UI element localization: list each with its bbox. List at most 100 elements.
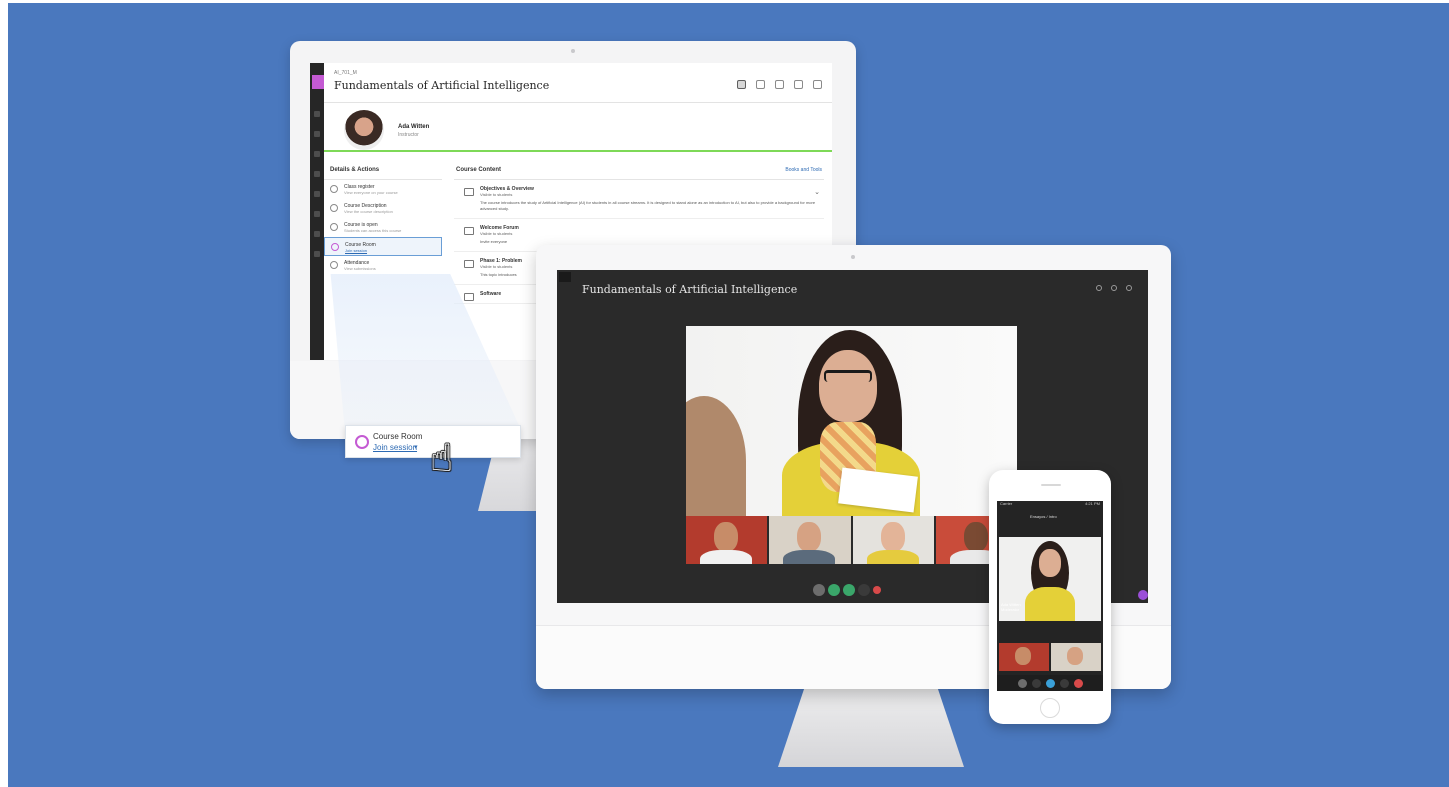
course-description-item[interactable]: Course Description View the course descr… (324, 199, 442, 218)
participant-body (700, 550, 752, 564)
lms-nav-rail (310, 63, 324, 360)
participant-video[interactable] (999, 643, 1049, 671)
item-sub: View submissions (344, 266, 376, 271)
raise-hand-icon[interactable] (858, 584, 870, 596)
nav-icon[interactable] (314, 151, 320, 157)
item-title: Attendance (344, 260, 370, 266)
callout-title: Course Room (373, 432, 423, 441)
caret-down-icon[interactable]: ▾ (414, 443, 418, 451)
content-item[interactable]: Objectives & Overview Visible to student… (454, 180, 824, 219)
participant-video[interactable] (1051, 643, 1101, 671)
course-tabs (737, 80, 822, 89)
tab-grades-icon[interactable] (794, 80, 803, 89)
session-controls (813, 584, 881, 596)
chevron-down-icon[interactable]: ⌄ (814, 188, 820, 196)
class-register-item[interactable]: Class register View everyone on your cou… (324, 180, 442, 199)
front-monitor-stand (778, 689, 964, 767)
menu-icon[interactable] (559, 272, 571, 282)
forum-icon (464, 227, 474, 235)
leave-session-icon[interactable] (873, 586, 881, 594)
tab-content-icon[interactable] (737, 80, 746, 89)
microphone-icon[interactable] (1031, 678, 1041, 688)
participant-video[interactable] (852, 516, 934, 564)
visibility-label: Visible to students (480, 231, 513, 236)
item-sub: Students can access this course (344, 228, 402, 233)
tab-calendar-icon[interactable] (756, 80, 765, 89)
course-header: AI_701_M Fundamentals of Artificial Inte… (324, 63, 832, 103)
marketing-stage: AI_701_M Fundamentals of Artificial Inte… (8, 3, 1449, 787)
participant-body (783, 550, 836, 564)
raise-hand-icon[interactable] (1059, 678, 1069, 688)
mobile-controls (997, 675, 1103, 691)
course-code: AI_701_M (334, 70, 357, 76)
settings-icon[interactable] (1126, 285, 1132, 291)
globe-icon (330, 223, 338, 231)
details-heading: Details & Actions (324, 161, 442, 180)
nav-icon[interactable] (314, 231, 320, 237)
collaborate-panel-icon[interactable] (1138, 590, 1148, 600)
join-session-link[interactable]: Join session (345, 248, 441, 253)
nav-icon[interactable] (314, 191, 320, 197)
webcam (571, 49, 575, 53)
nav-icon[interactable] (314, 211, 320, 217)
item-title: Course is open (344, 222, 378, 228)
item-sub: View everyone on your course (344, 190, 398, 195)
course-room-icon (355, 435, 369, 449)
participant-face (880, 522, 905, 552)
speaker-role: Moderator (1001, 607, 1020, 612)
speaker-face (819, 350, 877, 422)
app-logo-icon[interactable] (312, 75, 324, 89)
student-back (686, 396, 746, 516)
participant-thumbnails (686, 516, 1017, 564)
books-tools-link[interactable]: Books and Tools (785, 167, 822, 173)
avatar-toggle-icon[interactable] (813, 584, 825, 596)
course-open-item[interactable]: Course is open Students can access this … (324, 218, 442, 237)
document-icon (464, 293, 474, 301)
instructor-avatar[interactable] (344, 110, 384, 150)
attendance-item[interactable]: Attendance View submissions (324, 256, 442, 275)
session-actions (1096, 285, 1132, 291)
join-session-link[interactable]: Join session (373, 443, 417, 452)
nav-icon[interactable] (314, 251, 320, 257)
speaker-label: Ada Witten Moderator (1001, 602, 1021, 612)
leave-session-icon[interactable] (1073, 678, 1083, 688)
hand-pointer-icon: ☝ (430, 438, 454, 480)
phone-speaker (1041, 484, 1061, 486)
participant-body (866, 550, 919, 564)
people-icon[interactable] (1111, 285, 1117, 291)
item-title: Class register (344, 184, 375, 190)
nav-icon[interactable] (314, 131, 320, 137)
mobile-collaborate-screen: Carrier 4:21 PM Ensayos / Intro Ada Witt… (997, 501, 1103, 691)
nav-icon[interactable] (314, 171, 320, 177)
course-room-item[interactable]: Course Room Join session (324, 237, 442, 256)
speaker-body (1025, 587, 1075, 621)
instructor-banner: Ada Witten Instructor (324, 104, 832, 152)
participant-face (714, 522, 738, 552)
item-title: Course Description (344, 203, 387, 209)
mobile-nav: Ensayos / Intro (997, 513, 1103, 523)
visibility-label: Visible to students (480, 192, 513, 197)
course-room-icon (331, 243, 339, 251)
people-icon (330, 185, 338, 193)
main-video-feed (686, 326, 1017, 516)
tab-discussion-icon[interactable] (775, 80, 784, 89)
microphone-icon[interactable] (828, 584, 840, 596)
participant-video[interactable] (769, 516, 851, 564)
tab-messages-icon[interactable] (813, 80, 822, 89)
home-button[interactable] (1040, 698, 1060, 718)
speaker-glasses (824, 370, 872, 382)
camera-icon[interactable] (1045, 678, 1055, 688)
status-bar: Carrier 4:21 PM (997, 501, 1103, 507)
nav-icon[interactable] (314, 111, 320, 117)
folder-icon (464, 188, 474, 196)
folder-icon (464, 260, 474, 268)
calendar-icon (330, 261, 338, 269)
refresh-icon[interactable] (1096, 285, 1102, 291)
details-actions-panel: Details & Actions Class register View ev… (324, 161, 442, 275)
mobile-thumbnails (999, 643, 1101, 671)
smartphone: Carrier 4:21 PM Ensayos / Intro Ada Witt… (989, 470, 1111, 724)
item-sub: View the course description (344, 209, 393, 214)
camera-icon[interactable] (843, 584, 855, 596)
avatar-toggle-icon[interactable] (1017, 678, 1027, 688)
participant-video[interactable] (686, 516, 768, 564)
